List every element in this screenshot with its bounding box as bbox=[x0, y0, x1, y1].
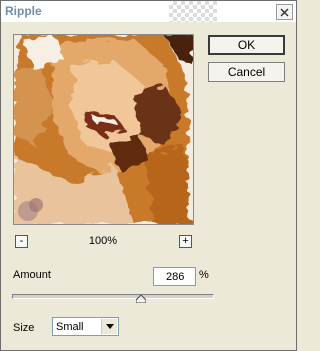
dialog-title: Ripple bbox=[5, 4, 42, 18]
chevron-down-icon bbox=[105, 324, 114, 329]
close-icon bbox=[280, 8, 289, 16]
amount-input[interactable] bbox=[153, 267, 196, 286]
filter-preview[interactable] bbox=[13, 34, 194, 225]
zoom-in-button[interactable]: + bbox=[179, 235, 192, 248]
size-selected-value: Small bbox=[56, 321, 84, 333]
ripple-dialog: Ripple OK Cancel - 100% + Amount 286 % S… bbox=[0, 0, 297, 351]
amount-slider-track[interactable] bbox=[12, 294, 214, 299]
size-label: Size bbox=[13, 322, 35, 334]
amount-unit: % bbox=[199, 269, 209, 281]
zoom-level: 100% bbox=[88, 235, 118, 247]
title-bar[interactable]: Ripple bbox=[1, 1, 296, 22]
preview-image bbox=[14, 35, 193, 224]
cancel-button[interactable]: Cancel bbox=[208, 62, 285, 82]
title-decoration bbox=[169, 1, 217, 22]
zoom-out-button[interactable]: - bbox=[15, 235, 28, 248]
size-dropdown-arrow[interactable] bbox=[101, 319, 117, 334]
slider-thumb-icon[interactable] bbox=[136, 295, 147, 303]
ok-button[interactable]: OK bbox=[208, 35, 285, 55]
size-dropdown[interactable]: Small bbox=[52, 317, 119, 336]
amount-label: Amount bbox=[13, 269, 51, 281]
close-button[interactable] bbox=[276, 4, 293, 20]
